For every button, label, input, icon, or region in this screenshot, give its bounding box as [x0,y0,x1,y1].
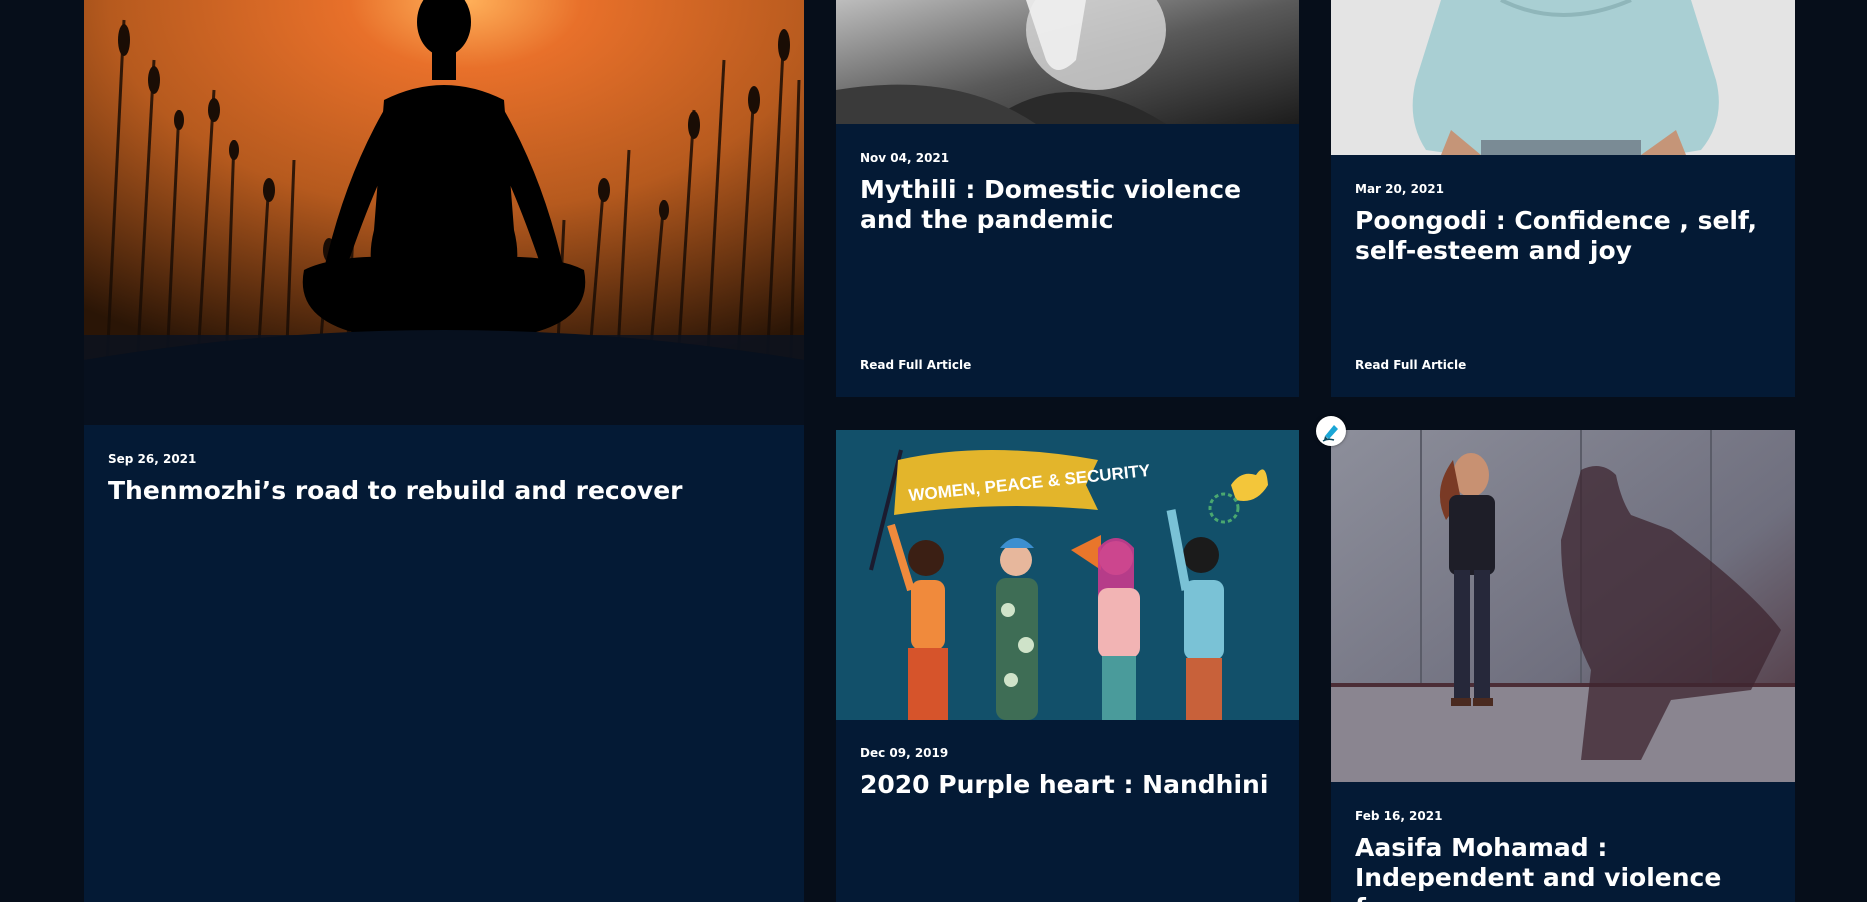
article-date: Dec 09, 2019 [860,746,949,760]
article-date: Sep 26, 2021 [108,452,197,466]
article-image-hand[interactable] [836,0,1299,124]
article-date: Nov 04, 2021 [860,151,950,165]
article-title[interactable]: Thenmozhi’s road to rebuild and recover [108,476,778,506]
pencil-edit-icon[interactable] [1316,416,1346,446]
article-title[interactable]: 2020 Purple heart : Nandhini [860,770,1280,800]
article-card-aasifa[interactable]: Feb 16, 2021 Aasifa Mohamad : Independen… [1331,430,1795,902]
article-title[interactable]: Mythili : Domestic violence and the pand… [860,175,1280,235]
article-image-meditation[interactable] [84,0,804,425]
article-date: Mar 20, 2021 [1355,182,1444,196]
article-image-woman-superhero-shadow[interactable] [1331,430,1795,782]
article-title[interactable]: Poongodi : Confidence , self, self-estee… [1355,206,1775,266]
read-full-article-link[interactable]: Read Full Article [860,358,971,372]
article-image-woman-sweater[interactable] [1331,0,1795,155]
article-card-poongodi[interactable]: Mar 20, 2021 Poongodi : Confidence , sel… [1331,0,1795,397]
article-image-women-peace-security[interactable]: WOMEN, PEACE & SECURITY [836,430,1299,720]
article-card-thenmozhi[interactable]: Sep 26, 2021 Thenmozhi’s road to rebuild… [84,0,804,902]
read-full-article-link[interactable]: Read Full Article [1355,358,1466,372]
article-title[interactable]: Aasifa Mohamad : Independent and violenc… [1355,833,1775,902]
article-card-mythili[interactable]: Nov 04, 2021 Mythili : Domestic violence… [836,0,1299,397]
article-card-nandhini[interactable]: WOMEN, PEACE & SECURITY Dec 09, 2019 202… [836,430,1299,902]
article-date: Feb 16, 2021 [1355,809,1443,823]
